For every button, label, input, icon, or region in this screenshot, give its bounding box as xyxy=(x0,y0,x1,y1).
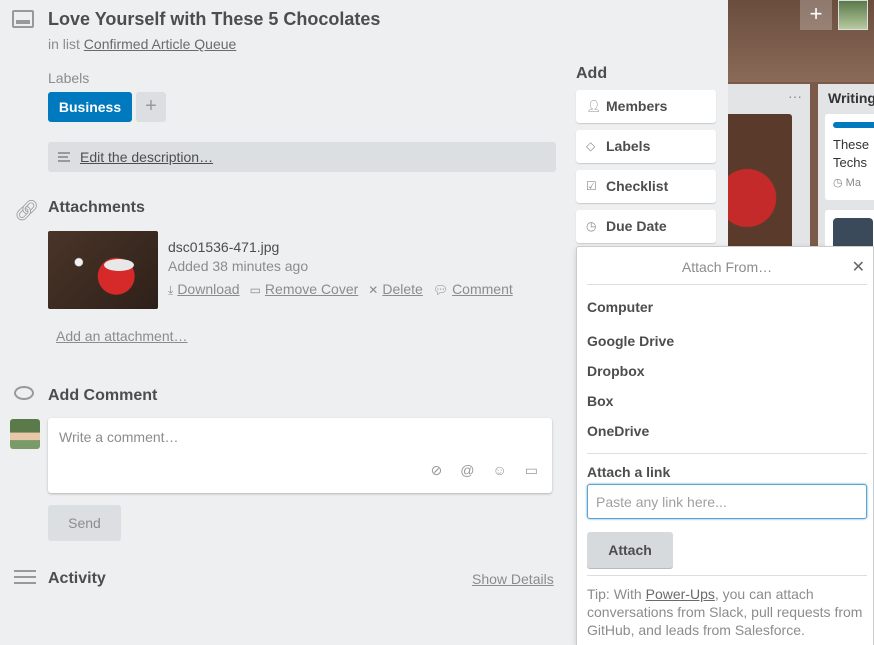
board-list-writing: Writing These Techs ◷ Ma xyxy=(818,84,874,260)
avatar[interactable] xyxy=(10,419,40,449)
attach-from-dropbox[interactable]: Dropbox xyxy=(587,363,645,379)
attach-button[interactable]: Attach xyxy=(587,532,673,568)
attachment-thumbnail[interactable] xyxy=(48,231,158,309)
edit-description-button[interactable]: Edit the description… xyxy=(48,142,556,172)
checklist-label: Checklist xyxy=(606,178,669,194)
attachment-actions: ⤓ Download ▭ Remove Cover ✕ Delete 💬︎ Commen… xyxy=(168,281,513,298)
attach-from-computer[interactable]: Computer xyxy=(587,299,653,315)
delete-action[interactable]: ✕ Delete xyxy=(368,281,423,298)
close-icon: ✕ xyxy=(368,283,379,297)
add-comment-heading: Add Comment xyxy=(48,387,158,404)
tag-icon: ◇ xyxy=(586,139,596,153)
description-icon xyxy=(58,152,70,162)
comment-placeholder: Write a comment… xyxy=(59,429,179,445)
tip-prefix: Tip: With xyxy=(587,586,646,602)
list-title[interactable]: Writing xyxy=(828,90,874,106)
download-icon: ⤓ xyxy=(168,283,174,297)
board-add-icon[interactable]: + xyxy=(800,0,832,30)
card-meta-text: Ma xyxy=(845,177,861,189)
due-date-label: Due Date xyxy=(606,218,667,234)
board-member-avatar[interactable] xyxy=(838,0,868,30)
labels-label: Labels xyxy=(606,138,651,154)
remove-cover-link: Remove Cover xyxy=(264,281,359,297)
paperclip-icon: 🔗︎ xyxy=(14,200,40,222)
attach-from-google-drive[interactable]: Google Drive xyxy=(587,333,674,349)
clock-icon: ◷ xyxy=(586,219,597,233)
card-icon xyxy=(12,10,34,28)
attach-link-heading: Attach a link xyxy=(587,464,671,480)
card-title: These Techs xyxy=(833,137,870,170)
attach-from-box[interactable]: Box xyxy=(587,393,613,409)
card-icon: ▭ xyxy=(249,283,261,297)
emoji-icon[interactable]: ☺ xyxy=(492,462,506,479)
attach-link-input[interactable] xyxy=(587,484,867,519)
board-card[interactable]: These Techs ◷ Ma xyxy=(825,114,874,200)
power-ups-link[interactable]: Power-Ups xyxy=(646,586,715,602)
checkbox-icon: ☑ xyxy=(586,179,597,193)
checklist-button[interactable]: ☑ Checklist xyxy=(576,170,716,203)
activity-icon xyxy=(14,570,36,586)
card-cover-image[interactable] xyxy=(728,114,792,254)
activity-heading: Activity xyxy=(48,570,106,587)
add-label-button[interactable]: + xyxy=(136,92,166,122)
show-details-link[interactable]: Show Details xyxy=(472,571,554,587)
attachment-icon[interactable]: ⊘ xyxy=(431,462,443,479)
comment-toolbar: ⊘ @ ☺ ▭ xyxy=(431,462,538,479)
members-label: Members xyxy=(606,98,668,114)
card-list-info: in list Confirmed Article Queue xyxy=(48,36,236,52)
download-link: Download xyxy=(177,281,240,297)
due-date-button[interactable]: ◷ Due Date xyxy=(576,210,716,243)
delete-link: Delete xyxy=(382,281,423,297)
labels-button[interactable]: ◇ Labels xyxy=(576,130,716,163)
comment-icon: 💬︎ xyxy=(432,283,449,297)
mention-icon[interactable]: @ xyxy=(460,462,474,479)
card-icon[interactable]: ▭ xyxy=(525,462,538,479)
comment-icon xyxy=(14,386,34,400)
labels-heading: Labels xyxy=(48,70,90,86)
divider xyxy=(587,575,867,576)
card-title[interactable]: Love Yourself with These 5 Chocolates xyxy=(48,9,380,30)
comment-action[interactable]: 💬︎ Comment xyxy=(433,281,513,298)
edit-description-link: Edit the description… xyxy=(80,149,214,165)
attachments-heading: Attachments xyxy=(48,199,145,216)
label-business[interactable]: Business xyxy=(48,92,132,122)
divider xyxy=(587,453,867,454)
attach-from-onedrive[interactable]: OneDrive xyxy=(587,423,649,439)
add-attachment-link[interactable]: Add an attachment… xyxy=(56,328,188,344)
card-label xyxy=(833,122,874,128)
attach-from-popover: Attach From… ✕ Computer Google Drive Dro… xyxy=(576,246,874,645)
add-heading: Add xyxy=(576,65,608,82)
download-action[interactable]: ⤓ Download xyxy=(168,281,240,298)
list-menu-icon[interactable]: ··· xyxy=(788,88,802,104)
comment-link: Comment xyxy=(452,281,513,297)
comment-input[interactable]: Write a comment… ⊘ @ ☺ ▭ xyxy=(48,418,552,493)
popover-title: Attach From… xyxy=(681,259,773,275)
divider xyxy=(587,284,867,285)
card-meta: ◷ Ma xyxy=(833,177,861,189)
list-name-link[interactable]: Confirmed Article Queue xyxy=(84,36,237,52)
attachment-added-time: Added 38 minutes ago xyxy=(168,258,309,274)
send-button[interactable]: Send xyxy=(48,505,121,541)
close-icon[interactable]: ✕ xyxy=(852,257,865,277)
in-list-prefix: in list xyxy=(48,36,80,52)
board-list: ··· xyxy=(728,84,810,254)
remove-cover-action[interactable]: ▭ Remove Cover xyxy=(250,281,359,298)
members-button[interactable]: 👤︎ Members xyxy=(576,90,716,123)
power-ups-tip: Tip: With Power-Ups, you can attach conv… xyxy=(587,585,869,639)
person-icon: 👤︎ xyxy=(586,99,602,113)
attachment-filename[interactable]: dsc01536-471.jpg xyxy=(168,239,279,255)
